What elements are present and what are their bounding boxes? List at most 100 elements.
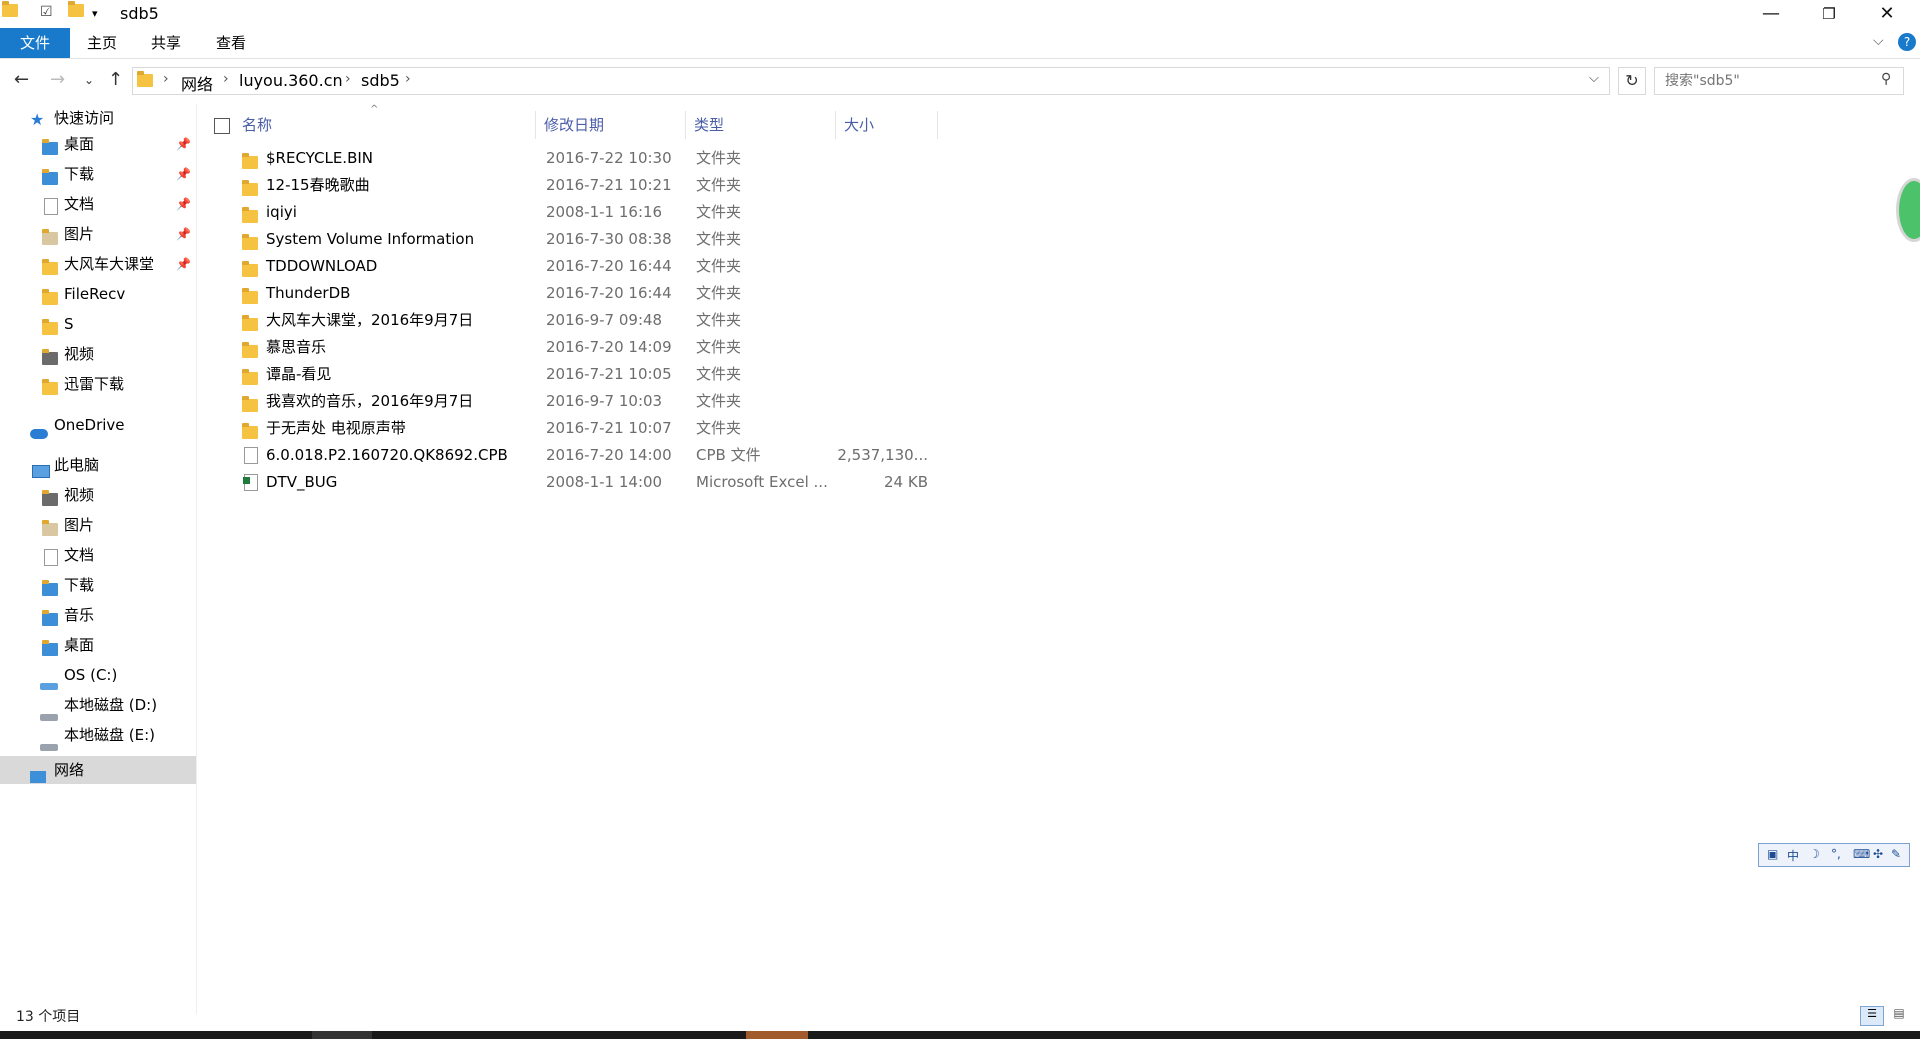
nav-pc-documents[interactable]: 文档 [0, 541, 196, 569]
search-input[interactable] [1663, 72, 1867, 90]
taskbar-item[interactable] [746, 1031, 808, 1039]
maximize-button[interactable]: ❐ [1800, 0, 1858, 28]
column-header-name[interactable]: 名称 [234, 111, 536, 139]
file-date: 2016-9-7 10:03 [546, 392, 663, 410]
expand-ribbon-icon[interactable]: ⌵ [1873, 33, 1884, 49]
file-row[interactable]: $RECYCLE.BIN 2016-7-22 10:30 文件夹 [238, 145, 1138, 172]
column-header-date[interactable]: 修改日期 [536, 111, 686, 139]
tab-file[interactable]: 文件 [0, 28, 70, 58]
nav-pc-drive-c[interactable]: OS (C:) [0, 661, 196, 690]
ime-logo-icon[interactable]: ▣ [1767, 847, 1778, 861]
nav-quick-documents[interactable]: 文档 📌 [0, 190, 196, 218]
close-button[interactable]: ✕ [1858, 0, 1916, 28]
nav-pc-desktop[interactable]: 桌面 [0, 631, 196, 659]
file-row[interactable]: System Volume Information 2016-7-30 08:38… [238, 226, 1138, 253]
nav-this-pc[interactable]: 此电脑 [0, 451, 196, 479]
pin-icon[interactable]: 📌 [176, 220, 191, 248]
pin-icon[interactable]: 📌 [176, 160, 191, 188]
nav-quick-filerecv[interactable]: FileRecv [0, 280, 196, 308]
forward-button[interactable]: → [50, 69, 65, 90]
ime-tools-icon[interactable]: ✣ [1873, 847, 1883, 861]
file-row[interactable]: 于无声处 电视原声带 2016-7-21 10:07 文件夹 [238, 415, 1138, 442]
recent-locations-icon[interactable]: ⌄ [84, 73, 94, 87]
new-folder-icon[interactable] [68, 1, 84, 24]
column-header-type[interactable]: 类型 [686, 111, 836, 139]
downloads-folder-icon [42, 166, 58, 185]
ime-punctuation-icon[interactable]: °, [1831, 847, 1841, 861]
nav-onedrive[interactable]: OneDrive [0, 411, 196, 439]
tab-home[interactable]: 主页 [70, 28, 134, 58]
nav-quick-videos[interactable]: 视频 [0, 340, 196, 368]
taskbar-item[interactable] [312, 1031, 372, 1039]
details-view-icon[interactable]: ☰ [1860, 1006, 1884, 1026]
folder-icon [42, 286, 58, 305]
customize-qat-icon[interactable]: ▾ [92, 7, 98, 27]
refresh-button[interactable]: ↻ [1618, 67, 1646, 95]
nav-label: 桌面 [64, 135, 95, 153]
nav-quick-desktop[interactable]: 桌面 📌 [0, 130, 196, 158]
nav-pc-pictures[interactable]: 图片 [0, 511, 196, 539]
nav-label: 图片 [64, 516, 95, 534]
ime-language[interactable]: 中 [1787, 847, 1799, 864]
explorer-icon [2, 1, 18, 24]
nav-quick-downloads[interactable]: 下载 📌 [0, 160, 196, 188]
tab-share[interactable]: 共享 [134, 28, 198, 58]
tab-view[interactable]: 查看 [198, 28, 264, 58]
up-button[interactable]: ↑ [108, 69, 123, 90]
nav-pc-drive-e[interactable]: 本地磁盘 (E:) [0, 721, 196, 751]
file-name: 于无声处 电视原声带 [266, 419, 406, 437]
breadcrumb-current[interactable]: sdb5 [361, 71, 400, 90]
nav-quick-pictures[interactable]: 图片 📌 [0, 220, 196, 248]
file-row[interactable]: iqiyi 2008-1-1 16:16 文件夹 [238, 199, 1138, 226]
network-icon [30, 764, 46, 783]
ime-moon-icon[interactable]: ☽ [1809, 847, 1820, 861]
nav-pc-music[interactable]: 音乐 [0, 601, 196, 629]
search-icon[interactable]: ⚲ [1881, 71, 1891, 87]
minimize-button[interactable]: — [1742, 0, 1800, 28]
file-row[interactable]: 谭晶-看见 2016-7-21 10:05 文件夹 [238, 361, 1138, 388]
file-name: 12-15春晚歌曲 [266, 176, 370, 194]
file-row[interactable]: ThunderDB 2016-7-20 16:44 文件夹 [238, 280, 1138, 307]
nav-network[interactable]: 网络 [0, 756, 196, 784]
file-date: 2016-7-21 10:07 [546, 419, 672, 437]
ime-settings-icon[interactable]: ✎ [1891, 847, 1901, 861]
nav-quick-dafengche[interactable]: 大风车大课堂 📌 [0, 250, 196, 278]
file-row[interactable]: 6.0.018.P2.160720.QK8692.CPB 2016-7-20 14… [238, 442, 1138, 469]
nav-quick-xunlei[interactable]: 迅雷下载 [0, 370, 196, 398]
properties-icon[interactable]: ☑ [40, 4, 53, 24]
excel-file-icon [243, 473, 258, 500]
nav-pc-videos[interactable]: 视频 [0, 481, 196, 509]
search-box[interactable]: ⚲ [1654, 67, 1904, 95]
help-icon[interactable]: ? [1898, 33, 1916, 51]
nav-label: S [64, 315, 74, 333]
star-icon: ★ [30, 110, 45, 129]
nav-label: 网络 [54, 761, 85, 779]
status-bar: 13 个项目 ☰ ▤ [0, 1004, 1920, 1028]
file-row[interactable]: 我喜欢的音乐，2016年9月7日 2016-9-7 10:03 文件夹 [238, 388, 1138, 415]
address-bar[interactable]: › 网络 › luyou.360.cn › sdb5 › ⌵ [132, 67, 1610, 95]
breadcrumb-network[interactable]: 网络 [181, 71, 213, 95]
pin-icon[interactable]: 📌 [176, 190, 191, 218]
nav-pc-drive-d[interactable]: 本地磁盘 (D:) [0, 691, 196, 721]
back-button[interactable]: ← [14, 69, 29, 90]
pin-icon[interactable]: 📌 [176, 130, 191, 158]
file-row[interactable]: 慕思音乐 2016-7-20 14:09 文件夹 [238, 334, 1138, 361]
file-row[interactable]: DTV_BUG 2008-1-1 14:00 Microsoft Excel ...… [238, 469, 1138, 496]
address-dropdown-icon[interactable]: ⌵ [1589, 71, 1599, 86]
ime-keyboard-icon[interactable]: ⌨ [1853, 847, 1870, 861]
nav-label: 迅雷下载 [64, 375, 125, 393]
file-name: iqiyi [266, 203, 297, 221]
file-row[interactable]: 12-15春晚歌曲 2016-7-21 10:21 文件夹 [238, 172, 1138, 199]
file-row[interactable]: 大风车大课堂，2016年9月7日 2016-9-7 09:48 文件夹 [238, 307, 1138, 334]
nav-pc-downloads[interactable]: 下载 [0, 571, 196, 599]
breadcrumb-host[interactable]: luyou.360.cn [239, 71, 343, 90]
large-icons-view-icon[interactable]: ▤ [1888, 1006, 1910, 1024]
select-all-checkbox[interactable] [214, 118, 230, 134]
drive-icon [40, 702, 58, 721]
nav-quick-s[interactable]: S [0, 310, 196, 338]
file-row[interactable]: TDDOWNLOAD 2016-7-20 16:44 文件夹 [238, 253, 1138, 280]
pin-icon[interactable]: 📌 [176, 250, 191, 278]
column-header-size[interactable]: 大小 [836, 111, 938, 139]
nav-quick-access[interactable]: ★ 快速访问 [0, 104, 196, 132]
ime-toolbar[interactable]: ▣ 中 ☽ °, ⌨ ✣ ✎ [1758, 843, 1910, 867]
